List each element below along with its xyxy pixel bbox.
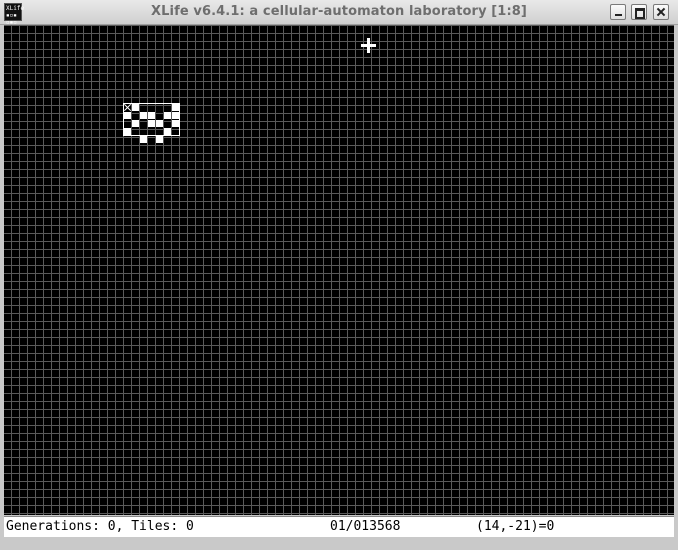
live-cell[interactable]	[124, 128, 131, 135]
live-cell[interactable]	[164, 128, 171, 135]
live-cell[interactable]	[156, 120, 163, 127]
live-cell[interactable]	[132, 120, 139, 127]
live-cell[interactable]	[140, 112, 147, 119]
crosshair-cursor-icon	[361, 38, 376, 53]
xlife-window: XLife ▪▫▪ ▫▪▫ XLife v6.4.1: a cellular-a…	[0, 0, 678, 550]
live-cell[interactable]	[124, 112, 131, 119]
pattern-origin-icon	[124, 104, 131, 111]
live-cell[interactable]	[156, 136, 163, 143]
title-bar[interactable]: XLife ▪▫▪ ▫▪▫ XLife v6.4.1: a cellular-a…	[0, 0, 678, 26]
life-board[interactable]	[4, 25, 674, 515]
live-cell[interactable]	[132, 104, 139, 111]
live-cell[interactable]	[148, 112, 155, 119]
live-cell[interactable]	[164, 112, 171, 119]
live-cell[interactable]	[172, 120, 179, 127]
window-frame-bottom	[0, 537, 678, 550]
minimize-icon[interactable]	[610, 4, 626, 20]
maximize-icon[interactable]	[631, 4, 647, 20]
live-cell[interactable]	[148, 120, 155, 127]
cursor-coordinates: (14,-21)=0	[476, 519, 555, 534]
live-cell[interactable]	[172, 104, 179, 111]
live-cells-layer	[4, 25, 674, 515]
status-bar: Generations: 0, Tiles: 0 01/013568 (14,-…	[4, 516, 674, 537]
close-icon[interactable]	[653, 4, 669, 20]
live-cell[interactable]	[140, 136, 147, 143]
generation-count: Generations: 0, Tiles: 0	[6, 519, 194, 534]
window-title: XLife v6.4.1: a cellular-automaton labor…	[151, 4, 527, 19]
live-cell[interactable]	[172, 112, 179, 119]
rule-string: 01/013568	[330, 519, 401, 534]
